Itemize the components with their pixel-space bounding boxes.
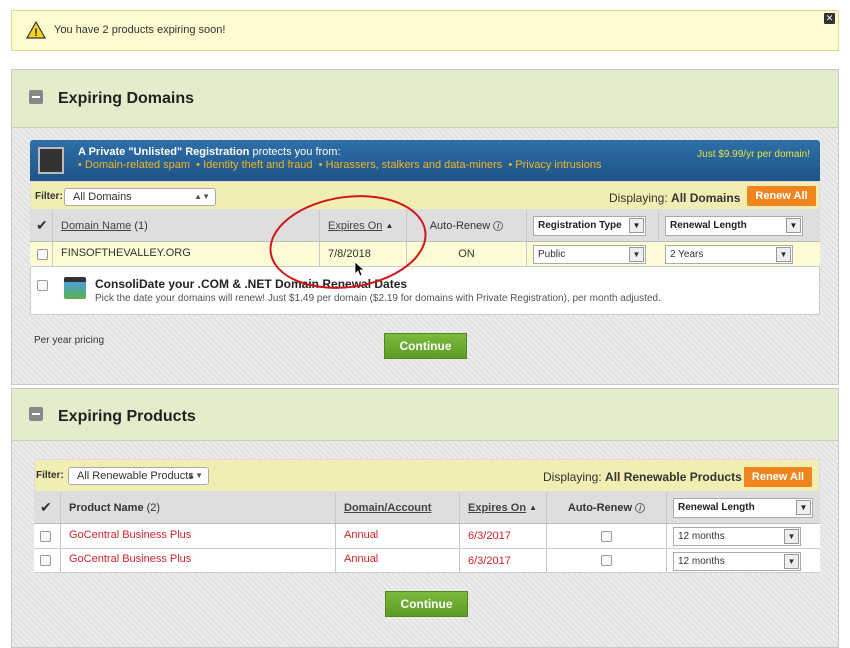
promo-bullets: • Domain-related spam • Identity theft a…	[78, 159, 602, 171]
products-continue-button[interactable]: Continue	[385, 591, 468, 617]
registration-type-header-select[interactable]: Registration Type ▼	[533, 216, 646, 236]
svg-text:!: !	[34, 27, 38, 39]
promo-headline: A Private "Unlisted" Registration	[78, 146, 250, 158]
renew-all-button[interactable]: Renew All	[744, 467, 812, 487]
displaying-label: Displaying:	[543, 470, 602, 484]
chevron-down-icon: ▼	[796, 500, 811, 515]
chevron-down-icon: ▼	[784, 529, 799, 544]
info-icon[interactable]: i	[493, 220, 504, 231]
expires-on: 6/3/2017	[460, 524, 547, 548]
section-header: Expiring Domains	[12, 70, 838, 128]
products-table-header: ✔ Product Name (2) Domain/Account Expire…	[34, 492, 820, 524]
col-expires-on[interactable]: Expires On	[468, 502, 526, 514]
section-title: Expiring Domains	[58, 90, 195, 107]
table-row: GoCentral Business Plus Annual 6/3/2017 …	[34, 524, 820, 549]
warning-icon: !	[26, 21, 46, 39]
domain-account: Annual	[336, 549, 460, 572]
registration-type-select[interactable]: Public ▼	[533, 245, 646, 264]
col-product-name[interactable]: Product Name	[69, 502, 144, 514]
product-count: (2)	[146, 501, 161, 514]
expires-on: 6/3/2017	[460, 549, 547, 572]
calendar-globe-icon	[64, 277, 86, 299]
auto-renew-status: ON	[407, 242, 527, 266]
product-name[interactable]: GoCentral Business Plus	[61, 524, 336, 548]
promo-price: Just $9.99/yr per domain!	[697, 149, 810, 160]
renewal-length-value: 12 months	[678, 556, 725, 567]
filter-value: All Domains	[73, 191, 132, 203]
mouse-cursor-icon	[354, 261, 366, 277]
domain-name[interactable]: FINSOFTHEVALLEY.ORG	[53, 242, 320, 266]
renewal-length-header-select[interactable]: Renewal Length ▼	[673, 498, 813, 518]
renewal-length-select[interactable]: 12 months ▼	[673, 527, 801, 546]
domains-continue-button[interactable]: Continue	[384, 333, 467, 359]
chevron-down-icon: ▼	[629, 247, 644, 262]
collapse-icon[interactable]	[29, 407, 43, 421]
chevron-down-icon: ▼	[784, 554, 799, 569]
col-domain-account[interactable]: Domain/Account	[344, 502, 431, 514]
select-all-check-icon[interactable]: ✔	[30, 210, 53, 241]
row-checkbox[interactable]	[37, 248, 48, 260]
alert-message: You have 2 products expiring soon!	[54, 24, 226, 36]
filter-label: Filter:	[35, 191, 63, 202]
info-icon[interactable]: i	[635, 502, 646, 513]
pricing-note: Per year pricing	[34, 335, 105, 346]
products-filter-bar: Filter: All Renewable Products ▲▼ Display…	[34, 459, 820, 492]
select-all-check-icon[interactable]: ✔	[34, 492, 61, 523]
domains-filter-bar: Filter: All Domains ▲▼ Displaying: All Do…	[30, 181, 820, 210]
registration-type-value: Public	[538, 249, 566, 260]
consolidate-title[interactable]: ConsoliDate your .COM & .NET Domain Rene…	[95, 277, 407, 291]
renewal-length-header-select[interactable]: Renewal Length ▼	[665, 216, 803, 236]
row-checkbox[interactable]	[40, 555, 51, 566]
renewal-length-select[interactable]: 12 months ▼	[673, 552, 801, 571]
consolidate-description: Pick the date your domains will renew! J…	[95, 293, 661, 304]
domain-account: Annual	[336, 524, 460, 548]
domains-table-header: ✔ Domain Name (1) Expires On ▲ Auto-Rene…	[30, 210, 820, 242]
private-registration-promo[interactable]: A Private "Unlisted" Registration protec…	[30, 140, 820, 181]
domain-filter-select[interactable]: All Domains ▲▼	[64, 188, 216, 206]
col-auto-renew: Auto-Renew	[567, 501, 633, 514]
table-row: FINSOFTHEVALLEY.ORG 7/8/2018 ON Public ▼ …	[30, 242, 820, 267]
chevron-down-icon: ▼	[786, 218, 801, 233]
product-name[interactable]: GoCentral Business Plus	[61, 549, 336, 572]
product-filter-select[interactable]: All Renewable Products ▲▼	[68, 467, 209, 485]
collapse-icon[interactable]	[29, 90, 43, 104]
col-registration-type: Registration Type	[538, 220, 622, 231]
displaying-value: All Renewable Products	[605, 470, 742, 484]
auto-renew-checkbox[interactable]	[601, 530, 612, 542]
sort-asc-icon: ▲	[385, 221, 394, 230]
auto-renew-checkbox[interactable]	[601, 555, 612, 566]
close-icon[interactable]: ✕	[824, 13, 835, 24]
displaying-value: All Domains	[671, 191, 741, 205]
domain-count: (1)	[134, 219, 148, 232]
promo-headline-suffix: protects you from:	[249, 146, 341, 158]
chevron-down-icon: ▼	[629, 218, 644, 233]
col-domain-name[interactable]: Domain Name	[61, 220, 131, 232]
renewal-length-value: 12 months	[678, 531, 725, 542]
col-renewal-length: Renewal Length	[678, 502, 755, 513]
renewal-length-value: 2 Years	[670, 249, 704, 260]
col-renewal-length: Renewal Length	[670, 220, 747, 231]
privacy-logo-icon	[38, 147, 64, 174]
consolidate-checkbox[interactable]	[37, 280, 48, 291]
row-checkbox[interactable]	[40, 530, 51, 542]
filter-label: Filter:	[36, 470, 64, 481]
section-title: Expiring Products	[58, 408, 196, 425]
section-header: Expiring Products	[12, 389, 838, 441]
expiring-alert: ! You have 2 products expiring soon! ✕	[11, 10, 839, 51]
renewal-length-select[interactable]: 2 Years ▼	[665, 245, 793, 264]
renew-all-button[interactable]: Renew All	[747, 186, 816, 206]
col-expires-on[interactable]: Expires On	[328, 220, 382, 232]
table-row: GoCentral Business Plus Annual 6/3/2017 …	[34, 549, 820, 573]
filter-value: All Renewable Products	[77, 470, 194, 482]
displaying-label: Displaying:	[609, 191, 668, 205]
consolidate-row: ConsoliDate your .COM & .NET Domain Rene…	[30, 267, 820, 315]
sort-asc-icon: ▲	[529, 503, 538, 512]
col-auto-renew: Auto-Renew	[429, 219, 491, 232]
chevron-down-icon: ▼	[776, 247, 791, 262]
